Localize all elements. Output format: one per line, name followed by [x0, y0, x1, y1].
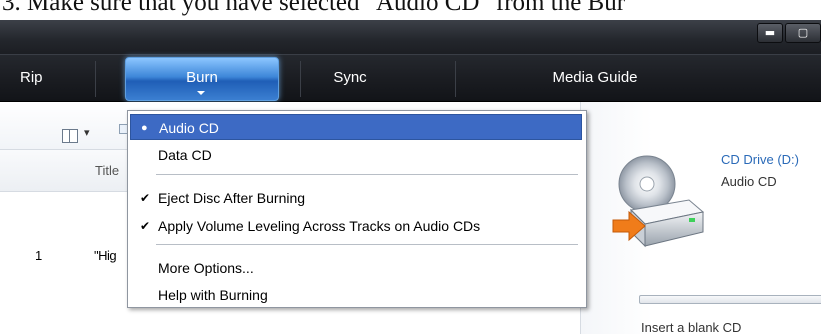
menu-item-label: Eject Disc After Burning	[158, 190, 306, 206]
menu-item-label: More Options...	[158, 260, 254, 276]
insert-disc-hint: Insert a blank CD	[641, 320, 742, 334]
nav-tab-bar: Rip Burn Sync Media Guide	[0, 54, 821, 102]
tab-sync[interactable]: Sync	[320, 55, 380, 103]
menu-item-eject-disc[interactable]: ✔ Eject Disc After Burning	[130, 185, 582, 211]
menu-item-help-burning[interactable]: Help with Burning	[130, 282, 582, 308]
tab-burn[interactable]: Burn	[125, 57, 279, 101]
menu-item-label: Apply Volume Leveling Across Tracks on A…	[158, 218, 481, 234]
instruction-caption: 3. Make sure that you have selected "Aud…	[0, 0, 821, 20]
checkmark-icon: ✔	[140, 191, 151, 205]
track-title[interactable]: "Hig	[94, 248, 117, 263]
menu-item-volume-leveling[interactable]: ✔ Apply Volume Leveling Across Tracks on…	[130, 213, 582, 239]
tab-divider	[455, 61, 456, 97]
column-title-header[interactable]: Title	[95, 163, 119, 178]
menu-item-audio-cd[interactable]: ● Audio CD	[130, 114, 582, 140]
tab-divider	[300, 61, 301, 97]
menu-item-label: Audio CD	[159, 120, 219, 136]
maximize-button[interactable]: ▢	[785, 23, 821, 43]
menu-item-more-options[interactable]: More Options...	[130, 255, 582, 281]
burn-panel: CD Drive (D:) Audio CD Insert a blank CD	[580, 102, 821, 334]
menu-item-label: Data CD	[158, 147, 212, 163]
track-number: 1	[35, 248, 43, 263]
bullet-icon: ●	[141, 122, 148, 134]
chevron-down-icon[interactable]: ▾	[84, 126, 90, 139]
burn-progress-bar	[639, 295, 821, 304]
tab-media-guide[interactable]: Media Guide	[540, 55, 650, 103]
drive-name[interactable]: CD Drive (D:)	[721, 152, 799, 167]
instruction-text: 3. Make sure that you have selected "Aud…	[2, 0, 626, 16]
burn-options-menu: ● Audio CD Data CD ✔ Eject Disc After Bu…	[127, 110, 587, 308]
layout-options-icon[interactable]	[62, 129, 78, 143]
menu-item-data-cd[interactable]: Data CD	[130, 142, 582, 168]
cd-drive-icon	[612, 155, 705, 248]
tab-rip[interactable]: Rip	[20, 55, 60, 103]
tab-divider	[95, 61, 96, 97]
tab-burn-label: Burn	[186, 69, 218, 86]
title-bar: ▬ ▢	[0, 20, 821, 54]
checkmark-icon: ✔	[140, 219, 151, 233]
media-type: Audio CD	[721, 174, 777, 189]
menu-separator	[156, 174, 578, 175]
menu-item-label: Help with Burning	[158, 287, 268, 303]
minimize-button[interactable]: ▬	[757, 23, 783, 43]
menu-separator	[156, 244, 578, 245]
chevron-down-icon	[197, 91, 205, 95]
